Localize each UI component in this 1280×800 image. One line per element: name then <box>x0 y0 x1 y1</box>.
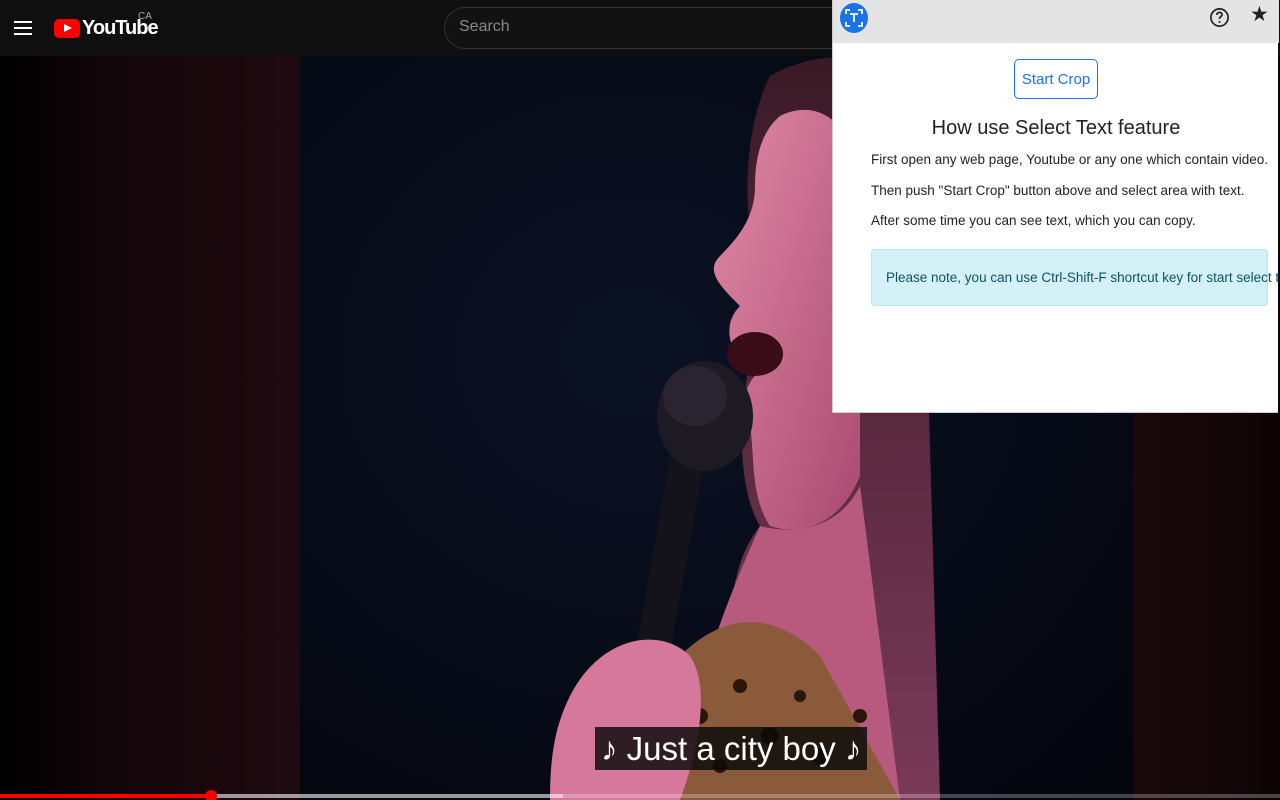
help-circle-icon[interactable] <box>1209 7 1230 28</box>
star-icon[interactable]: ★ <box>1250 4 1272 26</box>
instruction-line: First open any web page, Youtube or any … <box>871 152 1269 167</box>
search-input[interactable] <box>459 18 829 36</box>
instruction-line: After some time you can see text, which … <box>871 213 1196 228</box>
start-crop-button[interactable]: Start Crop <box>1014 59 1098 99</box>
video-backdrop-left <box>0 56 300 800</box>
menu-icon[interactable] <box>14 18 34 38</box>
popup-toolbar: ★ <box>833 0 1279 43</box>
youtube-logo[interactable]: YouTube CA <box>54 11 159 41</box>
select-text-extension-icon[interactable] <box>840 3 868 33</box>
search-box[interactable] <box>444 7 844 49</box>
progress-played <box>0 794 212 798</box>
video-progress-bar[interactable] <box>0 790 1280 800</box>
screen: YouTube CA Search ♪ Just a city boy ♪ ★ … <box>0 0 1280 800</box>
country-code: CA <box>138 11 152 22</box>
popup-heading: How use Select Text feature <box>931 117 1181 139</box>
video-caption: ♪ Just a city boy ♪ <box>595 727 868 770</box>
youtube-play-icon <box>54 18 80 38</box>
instruction-line: Then push "Start Crop" button above and … <box>871 183 1245 198</box>
progress-scrubber-handle[interactable] <box>205 790 218 800</box>
shortcut-note: Please note, you can use Ctrl-Shift-F sh… <box>871 249 1280 306</box>
select-text-extension-popup: ★ Start Crop How use Select Text feature… <box>832 0 1280 413</box>
